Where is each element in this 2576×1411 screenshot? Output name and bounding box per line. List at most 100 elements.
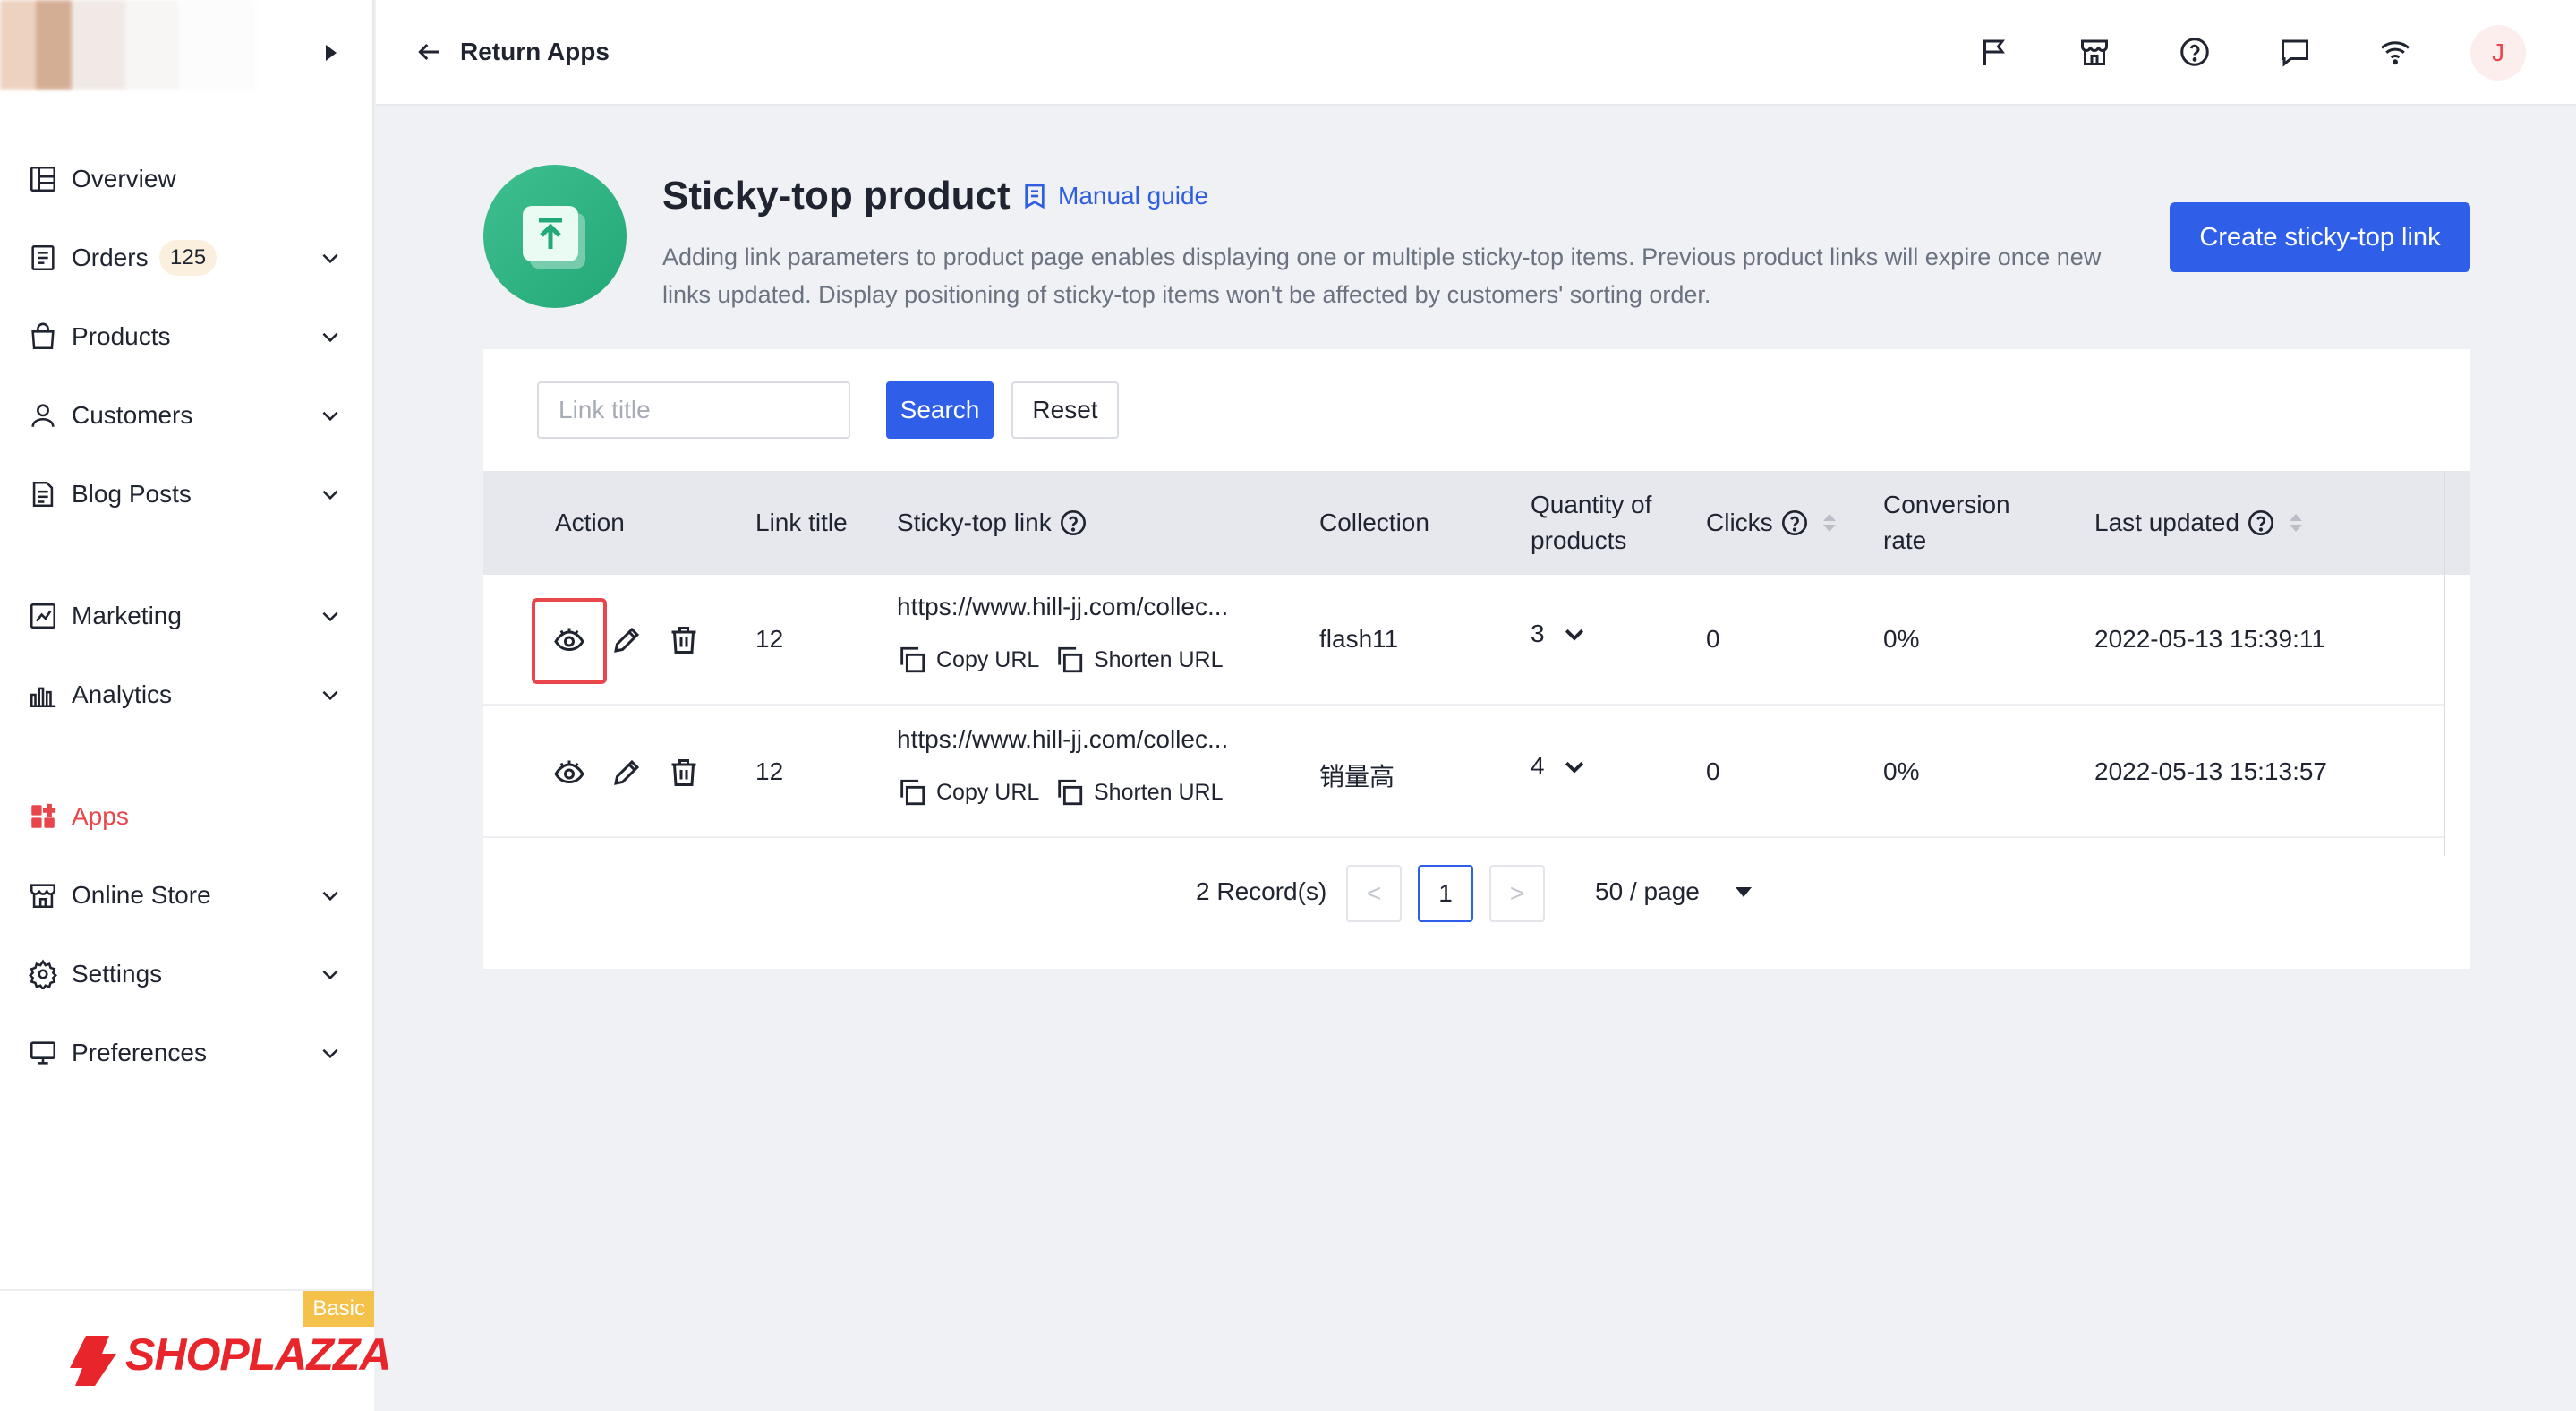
marketing-icon: [27, 600, 59, 632]
sidebar-item-label: Apps: [72, 802, 129, 830]
help-icon[interactable]: [1780, 509, 1809, 537]
chevron-down-icon: [319, 325, 342, 348]
store-icon[interactable]: [2075, 32, 2114, 72]
links-panel: Search Reset Action Link title Sticky-to…: [483, 349, 2470, 969]
sort-icon[interactable]: [1822, 514, 1836, 532]
orders-count-badge: 125: [159, 240, 218, 276]
help-icon[interactable]: [2247, 509, 2275, 537]
app-description: Adding link parameters to product page e…: [662, 244, 2102, 308]
sidebar-item-label: Products: [72, 322, 171, 350]
sidebar-item-marketing[interactable]: Marketing: [0, 580, 374, 652]
header-clicks[interactable]: Clicks: [1706, 471, 1836, 575]
sidebar-item-label: Orders: [72, 244, 149, 271]
store-switcher[interactable]: [0, 0, 374, 106]
shorten-url-button[interactable]: Shorten URL: [1054, 777, 1224, 808]
copy-icon: [1058, 646, 1083, 673]
table-header: Action Link title Sticky-top link Collec…: [483, 471, 2470, 575]
settings-icon: [27, 958, 59, 990]
chevron-down-icon: [319, 604, 342, 628]
delete-trash-icon[interactable]: [661, 618, 706, 663]
sort-icon[interactable]: [2289, 514, 2302, 532]
quantity-dropdown[interactable]: 4: [1531, 752, 1588, 781]
return-apps-button[interactable]: Return Apps: [415, 30, 610, 73]
analytics-icon: [27, 679, 59, 711]
chevron-down-icon: [1565, 761, 1583, 774]
header-quantity: Quantity of products: [1531, 471, 1651, 575]
sidebar-item-online-store[interactable]: Online Store: [0, 859, 374, 931]
next-page-button[interactable]: >: [1489, 865, 1545, 922]
caret-down-icon: [1735, 886, 1752, 897]
sidebar-item-apps[interactable]: Apps: [0, 781, 374, 852]
sidebar-item-label: Online Store: [72, 881, 211, 909]
header-conversion-rate: Conversion rate: [1883, 471, 2010, 575]
message-icon[interactable]: [2275, 32, 2315, 72]
header-action: Action: [555, 509, 625, 536]
page-size-value: 50 / page: [1595, 877, 1700, 905]
user-avatar[interactable]: J: [2470, 25, 2526, 81]
chevron-down-icon: [319, 683, 342, 706]
cell-sticky-link-url[interactable]: https://www.hill-jj.com/collec...: [897, 725, 1228, 754]
book-icon: [1025, 184, 1045, 210]
cell-last-updated: 2022-05-13 15:13:57: [2094, 757, 2327, 785]
chevron-down-icon: [319, 483, 342, 506]
header-link-title: Link title: [755, 509, 848, 536]
manual-guide-link[interactable]: Manual guide: [1020, 174, 1208, 218]
link-title-search-input[interactable]: [537, 381, 850, 439]
table-row: 12 https://www.hill-jj.com/collec... Cop…: [483, 707, 2444, 838]
header-quantity-line1: Quantity of: [1531, 491, 1652, 518]
table-row: 12 https://www.hill-jj.com/collec... Cop…: [483, 575, 2444, 706]
chevron-down-icon: [319, 962, 342, 986]
header-conversion-line2: rate: [1883, 526, 1927, 554]
copy-url-label: Copy URL: [936, 646, 1040, 672]
sidebar-item-overview[interactable]: Overview: [0, 143, 374, 215]
sidebar-item-products[interactable]: Products: [0, 301, 374, 372]
arrow-left-icon: [418, 43, 439, 61]
top-bar: Return Apps J: [376, 0, 2576, 106]
help-icon[interactable]: [2175, 32, 2214, 72]
cell-conversion-rate: 0%: [1883, 757, 1920, 785]
view-eye-icon[interactable]: [547, 750, 592, 795]
copy-url-button[interactable]: Copy URL: [897, 645, 1039, 675]
create-sticky-top-link-button[interactable]: Create sticky-top link: [2170, 202, 2470, 272]
sidebar-item-settings[interactable]: Settings: [0, 938, 374, 1010]
view-eye-icon[interactable]: [547, 618, 592, 663]
sidebar-item-customers[interactable]: Customers: [0, 380, 374, 451]
prev-page-button[interactable]: <: [1346, 865, 1402, 922]
products-icon: [27, 321, 59, 353]
reset-button[interactable]: Reset: [1011, 381, 1119, 439]
header-sticky-top-link: Sticky-top link: [897, 471, 1088, 575]
copy-icon: [1058, 779, 1083, 806]
preferences-icon: [27, 1037, 59, 1069]
wifi-icon[interactable]: [2376, 32, 2415, 72]
shorten-url-button[interactable]: Shorten URL: [1054, 645, 1224, 675]
sidebar-item-orders[interactable]: Orders 125: [0, 222, 374, 294]
sidebar-item-blog-posts[interactable]: Blog Posts: [0, 458, 374, 530]
header-quantity-line2: products: [1531, 526, 1627, 554]
caret-right-icon[interactable]: [326, 45, 337, 61]
apps-icon: [27, 800, 59, 833]
edit-pencil-icon[interactable]: [604, 750, 649, 795]
header-last-updated[interactable]: Last updated: [2094, 471, 2302, 575]
header-clicks-label: Clicks: [1706, 509, 1773, 536]
cell-collection: flash11: [1319, 625, 1399, 653]
chevron-down-icon: [319, 404, 342, 427]
flag-icon[interactable]: [1975, 32, 2014, 72]
page-size-select[interactable]: 50 / page: [1595, 877, 1752, 906]
help-icon[interactable]: [1059, 509, 1088, 537]
copy-url-button[interactable]: Copy URL: [897, 777, 1039, 808]
cell-sticky-link-url[interactable]: https://www.hill-jj.com/collec...: [897, 593, 1228, 621]
edit-pencil-icon[interactable]: [604, 618, 649, 663]
cell-collection: 销量高: [1319, 763, 1395, 791]
header-last-updated-label: Last updated: [2094, 509, 2239, 536]
table-fixed-column-divider: [2444, 471, 2470, 856]
search-button[interactable]: Search: [886, 381, 994, 439]
cell-quantity: 4: [1531, 752, 1545, 780]
sidebar-item-preferences[interactable]: Preferences: [0, 1017, 374, 1089]
sidebar-item-label: Analytics: [72, 680, 173, 708]
delete-trash-icon[interactable]: [661, 750, 706, 795]
copy-icon: [900, 646, 925, 673]
page-1-button[interactable]: 1: [1418, 865, 1473, 922]
sidebar-item-analytics[interactable]: Analytics: [0, 659, 374, 731]
page-title: Sticky-top product: [662, 174, 1011, 218]
quantity-dropdown[interactable]: 3: [1531, 620, 1588, 648]
